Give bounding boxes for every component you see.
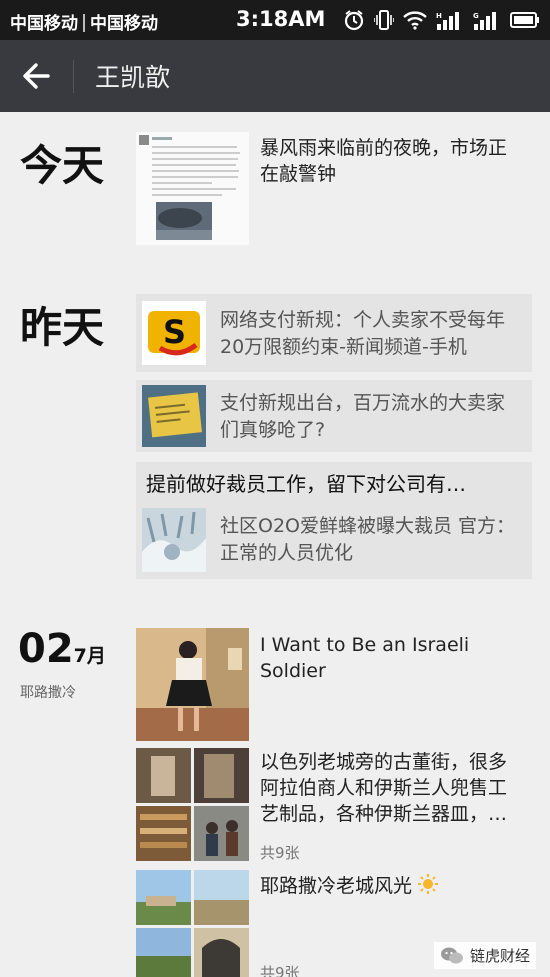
alarm-icon bbox=[344, 10, 364, 31]
post-text: I Want to Be an Israeli Soldier bbox=[260, 634, 470, 682]
screenshot-thumbnail-image bbox=[136, 132, 249, 245]
link-thumbnail bbox=[142, 385, 206, 447]
watermark: 链虎财经 bbox=[433, 942, 536, 969]
post-thumbnail bbox=[136, 628, 249, 741]
date-day: 02 bbox=[18, 626, 74, 672]
post-thumbnail bbox=[136, 132, 249, 245]
post-today[interactable]: 暴风雨来临前的夜晚，市场正在敲警钟 bbox=[136, 132, 532, 247]
post-photo-grid bbox=[136, 748, 249, 861]
moments-timeline[interactable]: 今天 暴风雨来临前的夜晚，市场正在敲警钟 昨天 S 网络支付新规：个人卖家不受每… bbox=[0, 112, 550, 977]
signal-icon-2: G bbox=[473, 12, 496, 30]
photo-count: 共9张 bbox=[260, 964, 300, 977]
status-icons: H G bbox=[343, 9, 540, 31]
battery-icon bbox=[510, 12, 539, 28]
status-time: 3:18AM bbox=[236, 7, 326, 31]
carrier-1: 中国移动 bbox=[10, 14, 78, 34]
post-text: 以色列老城旁的古董街，很多阿拉伯商人和伊斯兰人兜售工艺制品，各种伊斯兰器皿，… bbox=[260, 751, 508, 825]
carrier-info: 中国移动 中国移动 bbox=[10, 9, 158, 34]
link-thumbnail: S bbox=[142, 301, 206, 365]
wifi-icon bbox=[403, 11, 427, 30]
day-label-yesterday: 昨天 bbox=[20, 303, 105, 352]
post-item[interactable]: 以色列老城旁的古董街，很多阿拉伯商人和伊斯兰人兜售工艺制品，各种伊斯兰器皿，… … bbox=[136, 748, 532, 864]
photo-count: 共9张 bbox=[260, 844, 300, 862]
wechat-logo-icon bbox=[440, 947, 463, 963]
post-text: 暴风雨来临前的夜晚，市场正在敲警钟 bbox=[260, 137, 508, 185]
svg-text:G: G bbox=[473, 12, 479, 20]
sun-emoji-icon bbox=[418, 874, 439, 894]
header-divider bbox=[73, 60, 74, 93]
link-title: 网络支付新规：个人卖家不受每年20万限额约束-新闻频道-手机 bbox=[220, 309, 506, 358]
post-photo-grid bbox=[136, 870, 249, 977]
watermark-text: 链虎财经 bbox=[469, 947, 530, 965]
signal-icon-1: H bbox=[436, 12, 459, 30]
link-title: 社区O2O爱鲜蜂被曝大裁员 官方：正常的人员优化 bbox=[220, 515, 516, 564]
link-title: 支付新规出台，百万流水的大卖家们真够呛了? bbox=[220, 392, 506, 441]
page-title: 王凯歆 bbox=[95, 63, 171, 92]
frozen-scene-image bbox=[142, 508, 206, 572]
post-item[interactable]: I Want to Be an Israeli Soldier bbox=[136, 628, 532, 741]
svg-text:H: H bbox=[436, 12, 442, 20]
shared-link-card[interactable]: 支付新规出台，百万流水的大卖家们真够呛了? bbox=[136, 380, 532, 452]
date-month: 7月 bbox=[73, 645, 106, 667]
day-label-today: 今天 bbox=[20, 141, 105, 190]
date-label: 027月 bbox=[18, 626, 106, 672]
svg-text:S: S bbox=[163, 313, 186, 351]
vibrate-icon bbox=[374, 10, 394, 30]
status-bar: 中国移动 中国移动 3:18AM H G bbox=[0, 0, 550, 40]
carrier-divider bbox=[83, 14, 85, 32]
post-text: 耶路撒冷老城风光 bbox=[260, 873, 522, 899]
share-comment: 提前做好裁员工作，留下对公司有… bbox=[146, 472, 466, 496]
old-city-photos-image bbox=[136, 870, 249, 977]
shared-link-card[interactable]: S 网络支付新规：个人卖家不受每年20万限额约束-新闻频道-手机 bbox=[136, 294, 532, 372]
back-button[interactable] bbox=[18, 58, 58, 94]
post-location: 耶路撒冷 bbox=[20, 685, 76, 701]
carrier-2: 中国移动 bbox=[90, 14, 158, 34]
app-header: 王凯歆 bbox=[0, 40, 550, 112]
back-arrow-icon bbox=[23, 63, 50, 89]
sogou-logo-icon: S bbox=[142, 301, 206, 365]
soldier-photo-image bbox=[136, 628, 249, 741]
notebook-thumbnail-image bbox=[142, 385, 206, 447]
post-text-content: 耶路撒冷老城风光 bbox=[260, 875, 413, 897]
shared-link-with-comment[interactable]: 提前做好裁员工作，留下对公司有… 社区O2O爱鲜蜂被曝大裁员 官方：正常的人员优… bbox=[136, 462, 532, 579]
market-street-photos-image bbox=[136, 748, 249, 861]
link-thumbnail bbox=[142, 508, 206, 572]
